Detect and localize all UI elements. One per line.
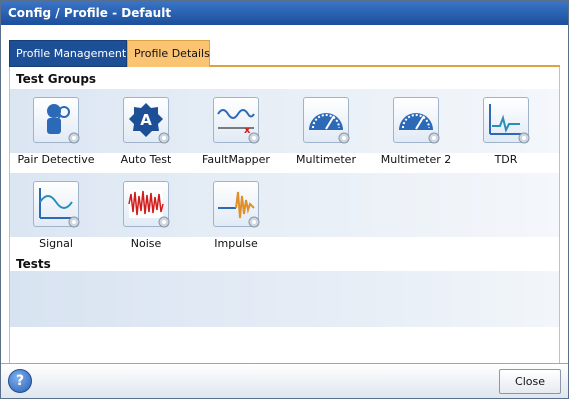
faultmapper-icon: x xyxy=(213,97,260,144)
test-group-impulse[interactable]: Impulse xyxy=(196,173,276,250)
signal-icon xyxy=(33,181,80,228)
profile-window: Config / Profile - Default Profile Manag… xyxy=(0,0,569,399)
multimeter-icon xyxy=(393,97,440,144)
impulse-icon xyxy=(213,181,260,228)
tab-profile-details[interactable]: Profile Details xyxy=(127,40,210,67)
test-group-label: Impulse xyxy=(214,237,258,250)
test-group-signal[interactable]: Signal xyxy=(16,173,96,250)
tests-list xyxy=(10,271,559,327)
tdr-icon xyxy=(483,97,530,144)
test-group-faultmapper[interactable]: x FaultMapper xyxy=(196,89,276,166)
test-group-auto-test[interactable]: A Auto Test xyxy=(106,89,186,166)
test-group-label: Auto Test xyxy=(120,153,172,166)
tab-strip: Profile Management Profile Details xyxy=(9,35,560,67)
test-group-label: Pair Detective xyxy=(17,153,95,166)
test-group-multimeter[interactable]: Multimeter xyxy=(286,89,366,166)
window-title: Config / Profile - Default xyxy=(1,1,568,25)
test-groups-heading: Test Groups xyxy=(16,72,97,86)
pair-detective-icon xyxy=(33,97,80,144)
tests-heading: Tests xyxy=(16,257,51,271)
svg-text:A: A xyxy=(140,111,152,129)
test-group-label: TDR xyxy=(494,153,518,166)
test-group-tdr[interactable]: TDR xyxy=(466,89,546,166)
footer-bar: ? Close xyxy=(1,363,568,398)
auto-test-icon: A xyxy=(123,97,170,144)
test-group-label: Noise xyxy=(130,237,162,250)
test-group-label: Signal xyxy=(39,237,73,250)
test-group-multimeter-2[interactable]: Multimeter 2 xyxy=(376,89,456,166)
help-icon[interactable]: ? xyxy=(8,369,32,393)
close-button[interactable]: Close xyxy=(499,369,561,394)
noise-icon xyxy=(123,181,170,228)
tab-profile-management[interactable]: Profile Management xyxy=(9,40,127,67)
test-group-noise[interactable]: Noise xyxy=(106,173,186,250)
test-group-label: Multimeter xyxy=(296,153,356,166)
test-group-label: Multimeter 2 xyxy=(380,153,452,166)
profile-details-panel: Test Groups Pair Detective A Auto Test x… xyxy=(9,67,560,363)
test-group-label: FaultMapper xyxy=(202,153,270,166)
test-group-pair-detective[interactable]: Pair Detective xyxy=(16,89,96,166)
multimeter-icon xyxy=(303,97,350,144)
